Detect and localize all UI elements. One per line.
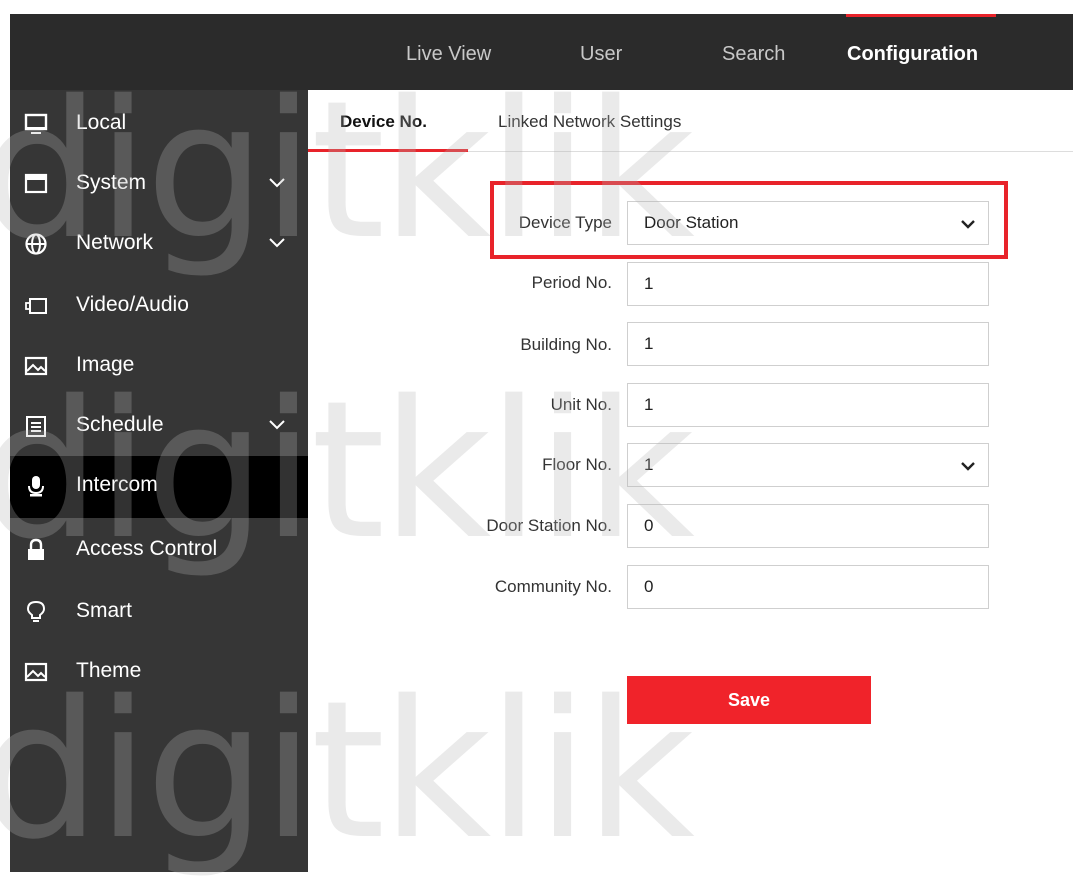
image-icon xyxy=(24,356,48,376)
unit-no-input[interactable]: 1 xyxy=(627,383,989,427)
sidebar-item-label: Schedule xyxy=(76,413,164,436)
lock-icon xyxy=(28,538,44,560)
nav-live-view[interactable]: Live View xyxy=(406,14,491,90)
sidebar-item-local[interactable]: Local xyxy=(10,94,308,156)
door-station-no-label: Door Station No. xyxy=(486,516,612,535)
lightbulb-icon xyxy=(26,600,46,622)
top-navigation-bar: Live View User Search Configuration xyxy=(10,14,1073,90)
sidebar-item-label: Video/Audio xyxy=(76,293,189,316)
community-no-value: 0 xyxy=(644,577,654,596)
sidebar-item-label: Intercom xyxy=(76,473,158,496)
monitor-icon xyxy=(24,113,48,134)
building-no-input[interactable]: 1 xyxy=(627,322,989,366)
window-icon xyxy=(24,173,48,194)
save-button[interactable]: Save xyxy=(627,676,871,724)
sidebar-item-label: Theme xyxy=(76,659,142,682)
chevron-down-icon xyxy=(269,178,285,188)
sidebar-item-smart[interactable]: Smart xyxy=(10,582,308,644)
sidebar-item-image[interactable]: Image xyxy=(10,336,308,398)
calendar-icon xyxy=(26,416,46,437)
sidebar-item-intercom[interactable]: Intercom xyxy=(10,456,308,518)
tab-linked-network-settings[interactable]: Linked Network Settings xyxy=(498,112,681,132)
unit-no-label: Unit No. xyxy=(550,395,612,414)
sidebar-item-label: Smart xyxy=(76,599,133,622)
sidebar-item-schedule[interactable]: Schedule xyxy=(10,396,308,458)
chevron-down-icon xyxy=(961,462,975,471)
community-no-label: Community No. xyxy=(494,577,612,596)
door-station-no-input[interactable]: 0 xyxy=(627,504,989,548)
sidebar-item-label: Image xyxy=(76,353,135,376)
building-no-label: Building No. xyxy=(520,335,612,354)
floor-no-select[interactable]: 1 xyxy=(627,443,989,487)
device-type-select[interactable]: Door Station xyxy=(627,201,989,245)
sidebar-item-label: Network xyxy=(76,231,154,254)
sidebar-item-system[interactable]: System xyxy=(10,154,308,216)
community-no-input[interactable]: 0 xyxy=(627,565,989,609)
door-station-no-value: 0 xyxy=(644,516,654,535)
period-no-value: 1 xyxy=(644,274,654,293)
unit-no-value: 1 xyxy=(644,395,654,414)
nav-user[interactable]: User xyxy=(580,14,622,90)
sidebar-item-access-control[interactable]: Access Control xyxy=(10,520,308,582)
sidebar-item-label: Access Control xyxy=(76,537,218,560)
device-type-value: Door Station xyxy=(644,213,739,232)
nav-search[interactable]: Search xyxy=(722,14,785,90)
microphone-icon xyxy=(28,476,44,497)
period-no-label: Period No. xyxy=(531,273,612,292)
building-no-value: 1 xyxy=(644,334,654,353)
chevron-down-icon xyxy=(269,238,285,248)
chevron-down-icon xyxy=(961,220,975,229)
device-type-label: Device Type xyxy=(518,213,612,232)
tab-device-no[interactable]: Device No. xyxy=(340,112,427,132)
floor-no-value: 1 xyxy=(644,455,654,474)
chevron-down-icon xyxy=(269,420,285,430)
active-tab-indicator xyxy=(308,149,468,152)
sidebar-item-label: System xyxy=(76,171,147,194)
nav-configuration[interactable]: Configuration xyxy=(847,14,978,90)
sidebar-item-video-audio[interactable]: Video/Audio xyxy=(10,276,308,338)
sidebar-item-network[interactable]: Network xyxy=(10,214,308,276)
image-icon xyxy=(24,662,48,682)
video-icon xyxy=(25,298,47,314)
sidebar: Local System Network Video/Audio Image S… xyxy=(10,90,308,872)
globe-icon xyxy=(25,233,47,255)
sidebar-item-theme[interactable]: Theme xyxy=(10,642,308,704)
sidebar-item-label: Local xyxy=(76,111,127,134)
period-no-input[interactable]: 1 xyxy=(627,262,989,306)
floor-no-label: Floor No. xyxy=(542,455,612,474)
